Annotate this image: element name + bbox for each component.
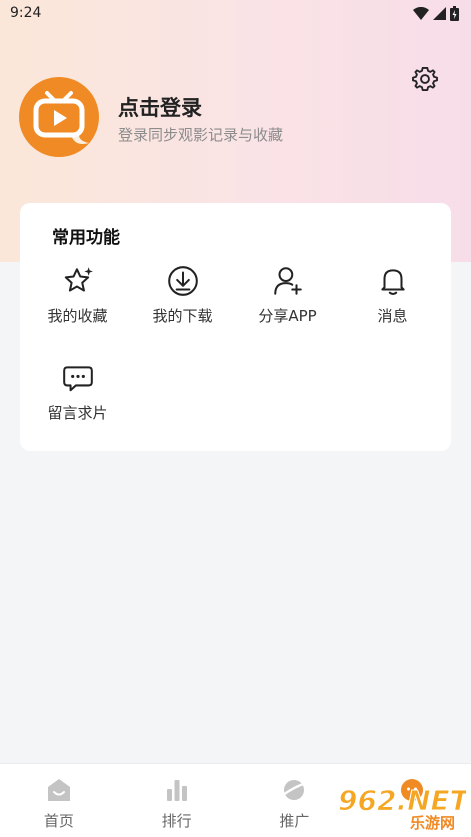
status-icons bbox=[413, 5, 459, 21]
tab-home[interactable]: 首页 bbox=[0, 764, 118, 837]
battery-icon bbox=[450, 5, 459, 21]
bell-icon bbox=[380, 269, 405, 296]
app-logo-avatar[interactable] bbox=[19, 77, 99, 157]
tab-promote-label: 推广 bbox=[279, 812, 310, 830]
share-app-label: 分享APP bbox=[258, 307, 317, 325]
site-watermark: 962.NET 乐游网 bbox=[336, 778, 471, 834]
tab-home-label: 首页 bbox=[43, 812, 74, 830]
settings-button[interactable] bbox=[409, 63, 441, 95]
tab-rank-label: 排行 bbox=[161, 812, 192, 830]
home-icon bbox=[47, 779, 70, 801]
messages-label: 消息 bbox=[377, 307, 408, 325]
watermark-text: 962.NET bbox=[338, 784, 466, 817]
rank-icon bbox=[166, 780, 187, 801]
card-title: 常用功能 bbox=[52, 228, 120, 248]
download-icon bbox=[167, 266, 198, 296]
request-movie-label: 留言求片 bbox=[47, 404, 108, 422]
my-downloads-button[interactable]: 我的下载 bbox=[130, 263, 235, 333]
request-movie-button[interactable]: 留言求片 bbox=[25, 360, 130, 430]
promote-icon bbox=[282, 780, 308, 800]
my-downloads-label: 我的下载 bbox=[152, 307, 213, 325]
wifi-icon bbox=[413, 6, 429, 20]
my-favorites-label: 我的收藏 bbox=[47, 307, 108, 325]
status-bar: 9:24 bbox=[0, 0, 471, 26]
common-functions-card: 常用功能 我的收藏 我的下载 分享APP 消息 留言求片 bbox=[20, 203, 451, 451]
gear-icon bbox=[412, 66, 438, 92]
watermark-subtext: 乐游网 bbox=[410, 814, 455, 832]
message-icon bbox=[62, 366, 93, 392]
add-user-icon bbox=[273, 267, 302, 295]
tab-rank[interactable]: 排行 bbox=[118, 764, 236, 837]
signal-icon bbox=[433, 6, 446, 20]
login-subtitle: 登录同步观影记录与收藏 bbox=[118, 126, 284, 144]
status-time: 9:24 bbox=[10, 5, 42, 21]
messages-button[interactable]: 消息 bbox=[340, 263, 445, 333]
star-icon bbox=[64, 267, 93, 292]
login-title[interactable]: 点击登录 bbox=[118, 92, 202, 122]
tv-logo-icon bbox=[19, 77, 99, 157]
share-app-button[interactable]: 分享APP bbox=[235, 263, 340, 333]
my-favorites-button[interactable]: 我的收藏 bbox=[25, 263, 130, 333]
